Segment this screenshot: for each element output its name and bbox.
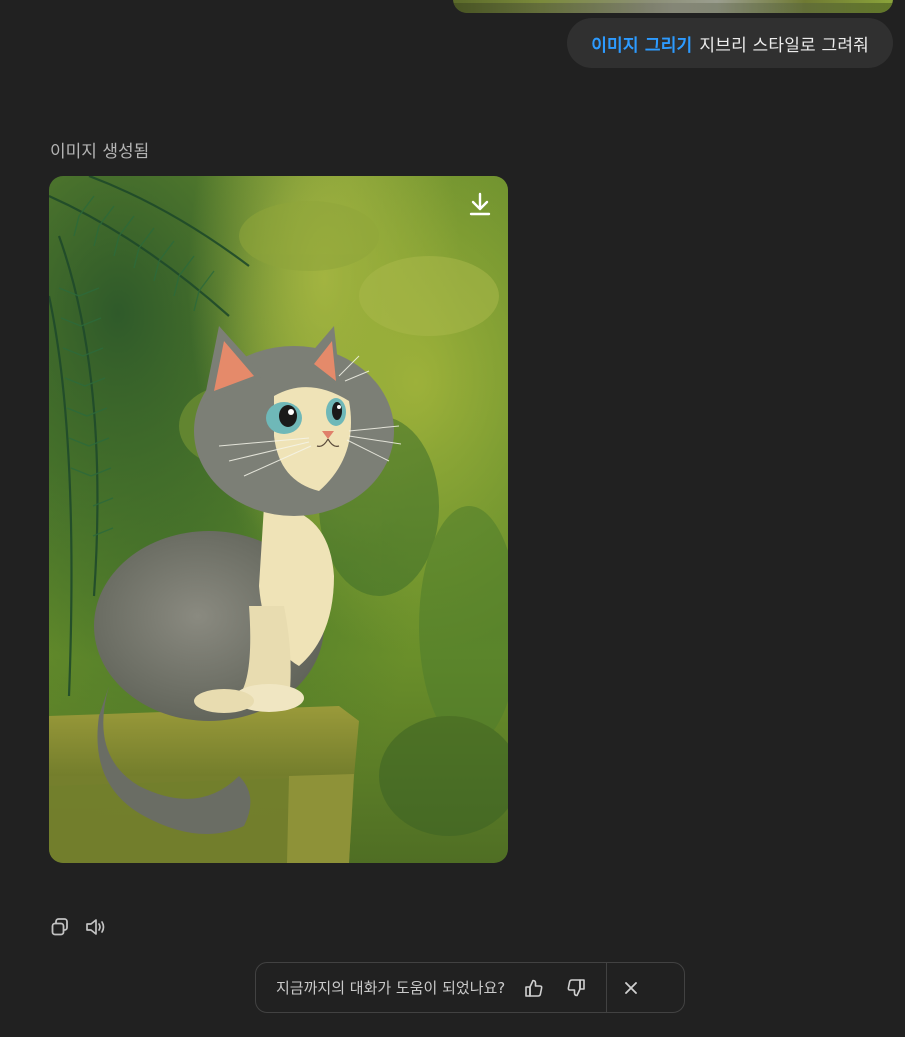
user-message-text: 지브리 스타일로 그려줘 xyxy=(699,35,869,56)
download-button[interactable] xyxy=(466,190,494,218)
image-generated-label: 이미지 생성됨 xyxy=(50,142,150,162)
close-icon xyxy=(625,981,638,994)
copy-button[interactable] xyxy=(49,916,71,938)
image-tool-tag: 이미지 그리기 xyxy=(591,35,693,56)
feedback-bar: 지금까지의 대화가 도움이 되었나요? xyxy=(255,962,685,1013)
kitten-illustration xyxy=(49,176,508,863)
read-aloud-button[interactable] xyxy=(85,916,107,938)
thumbs-up-button[interactable] xyxy=(521,975,547,1001)
download-icon xyxy=(469,192,491,216)
feedback-question: 지금까지의 대화가 도움이 되었나요? xyxy=(276,979,506,997)
user-message-bubble: 이미지 그리기 지브리 스타일로 그려줘 xyxy=(567,18,893,68)
close-feedback-button[interactable] xyxy=(618,975,644,1001)
message-actions xyxy=(49,916,107,938)
thumbs-down-button[interactable] xyxy=(563,975,589,1001)
previous-image-thumbnail[interactable] xyxy=(453,0,893,13)
speaker-icon xyxy=(86,919,105,935)
copy-icon xyxy=(51,918,68,936)
thumbs-up-icon xyxy=(525,979,543,997)
feedback-divider xyxy=(606,962,608,1013)
thumbs-down-icon xyxy=(567,978,586,996)
generated-image[interactable] xyxy=(49,176,508,863)
chat-page: 이미지 그리기 지브리 스타일로 그려줘 이미지 생성됨 지금까지의 대화가 도… xyxy=(0,0,905,1037)
